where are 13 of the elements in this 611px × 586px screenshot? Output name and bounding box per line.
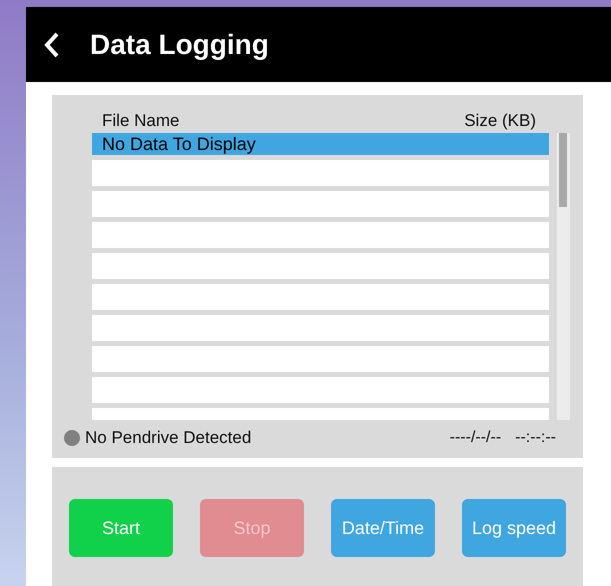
action-button[interactable]: Start	[69, 499, 173, 557]
status-message: No Pendrive Detected	[85, 428, 252, 448]
time-text: --:--:--	[515, 429, 556, 447]
file-row[interactable]: No Data To Display	[92, 133, 549, 155]
scrollbar[interactable]	[557, 133, 570, 420]
column-header: Size (KB)	[464, 111, 536, 132]
back-button[interactable]	[44, 30, 60, 58]
column-header: File Name	[102, 111, 180, 132]
action-button[interactable]: Date/Time	[331, 499, 435, 557]
screen-title: Data Logging	[90, 28, 269, 60]
back-icon	[44, 30, 60, 58]
date-text: ----/--/--	[450, 429, 502, 447]
action-button[interactable]: Log speed	[462, 499, 566, 557]
